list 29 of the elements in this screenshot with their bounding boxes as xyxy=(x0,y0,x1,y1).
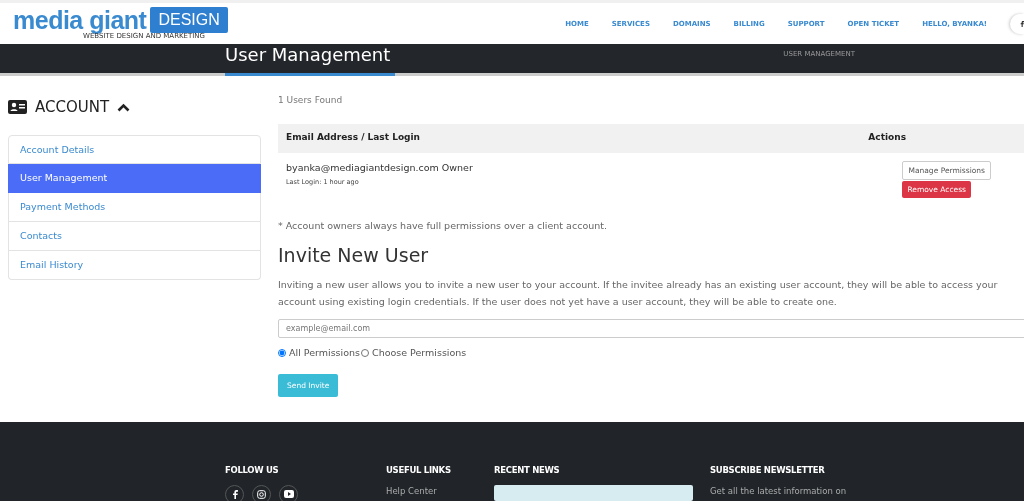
footer-heading: SUBSCRIBE NEWSLETTER xyxy=(710,464,826,477)
user-email: byanka@mediagiantdesign.com Owner xyxy=(286,160,473,175)
radio-button[interactable] xyxy=(278,348,286,357)
sidebar-title: ACCOUNT xyxy=(35,97,110,118)
sidebar-item[interactable]: Payment Methods xyxy=(8,192,261,222)
radio-label: All Permissions xyxy=(289,345,360,360)
radio-button[interactable] xyxy=(361,348,369,357)
sidebar-item[interactable]: User Management xyxy=(8,163,261,193)
sidebar-item[interactable]: Email History xyxy=(8,250,261,280)
invite-description: Inviting a new user allows you to invite a new user to your account. If the invitee already has an existing user account, they will be able to access your account using existing login credentials. If the user does not yet have a user account, they will be able to create one. xyxy=(278,278,999,309)
newsletter-text: Get all the latest information on xyxy=(710,484,847,498)
users-count: 1 Users Found xyxy=(278,94,344,107)
page-title: User Management xyxy=(225,46,395,76)
radio-label: Choose Permissions xyxy=(372,345,467,360)
email-field[interactable]: example@email.com xyxy=(278,318,1024,338)
id-card-icon xyxy=(8,100,27,115)
footer-heading: RECENT NEWS xyxy=(494,464,561,477)
footer-heading: FOLLOW US xyxy=(225,464,280,477)
column-header: Actions xyxy=(868,131,906,145)
account-toggle[interactable]: ACCOUNT xyxy=(8,96,261,119)
owner-note: * Account owners always have full permissions over a client account. xyxy=(278,218,608,233)
column-header: Email Address / Last Login xyxy=(286,131,420,145)
footer-link[interactable]: Help Center xyxy=(386,484,494,498)
footer-heading: USEFUL LINKS xyxy=(386,464,452,477)
sidebar-item[interactable]: Account Details xyxy=(8,134,261,164)
sidebar-item[interactable]: Contacts xyxy=(8,221,261,251)
logo-name: media giant xyxy=(13,7,147,33)
logo-badge: DESIGN xyxy=(150,7,228,33)
invite-title: Invite New User xyxy=(278,242,430,268)
